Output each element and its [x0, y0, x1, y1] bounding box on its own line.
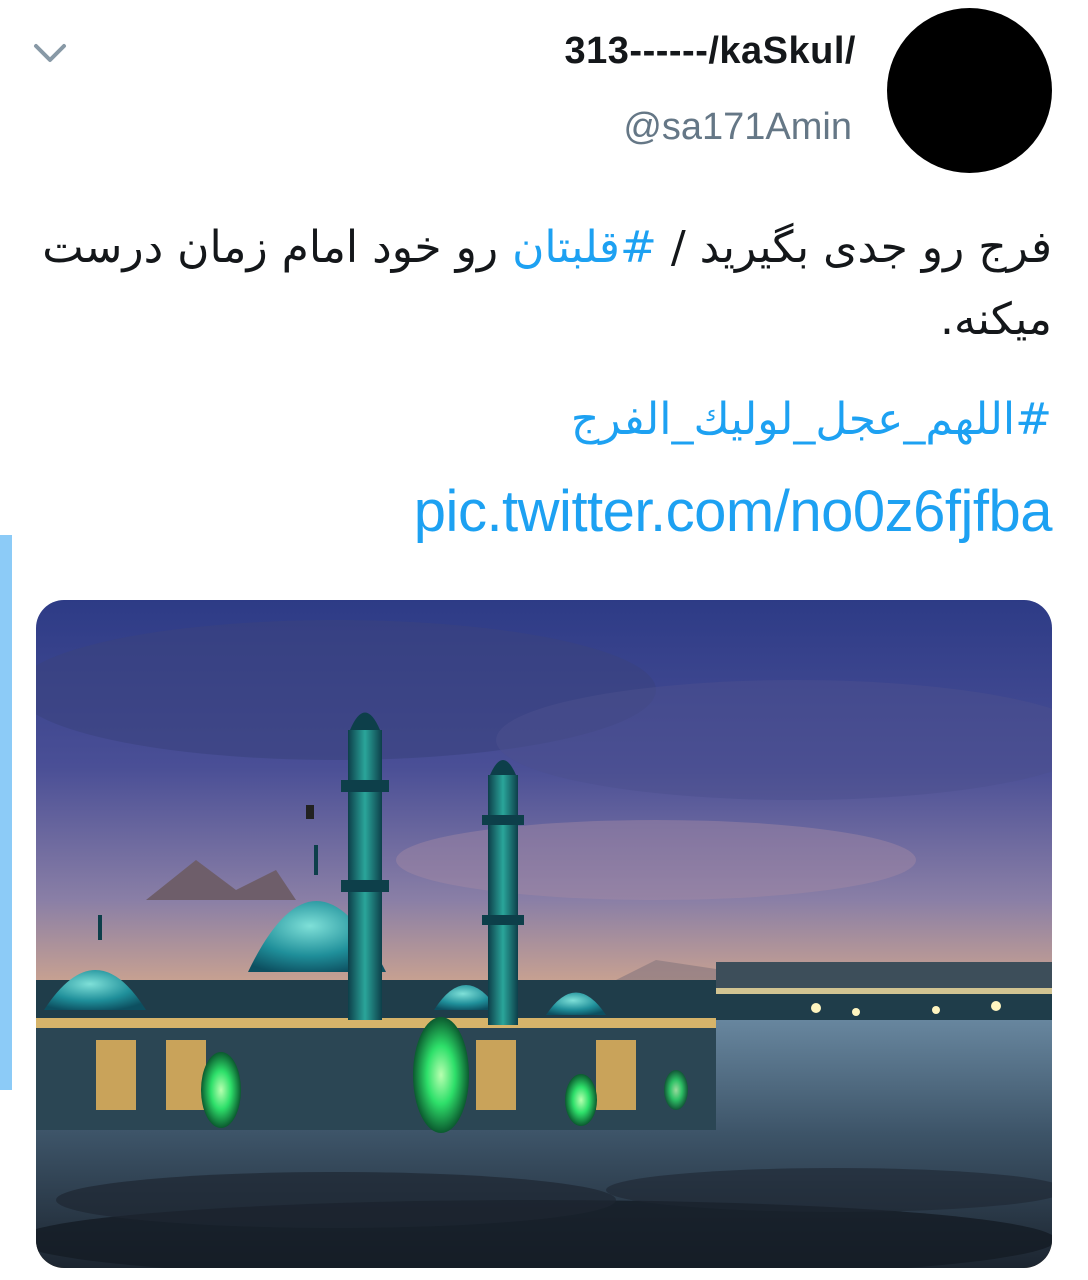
- hashtag-link-2[interactable]: #اللهم_عجل_لوليك_الفرج: [571, 390, 1052, 450]
- display-name[interactable]: 313------/kaSkul/: [565, 30, 856, 73]
- tweet-text-part1: فرج رو جدی بگیرید /: [670, 222, 1052, 273]
- quote-indicator-bar: [0, 535, 12, 1090]
- avatar[interactable]: [887, 8, 1052, 173]
- mosque-photo: [36, 600, 1052, 1268]
- chevron-down-icon[interactable]: [30, 38, 70, 68]
- user-handle[interactable]: @sa171Amin: [623, 106, 852, 149]
- pic-link[interactable]: pic.twitter.com/no0z6fjfba: [414, 478, 1053, 545]
- hashtag-link[interactable]: #قلبتان: [512, 222, 657, 273]
- tweet-text: فرج رو جدی بگیرید / #قلبتان رو خود امام …: [42, 212, 1052, 356]
- tweet-media-image[interactable]: [36, 600, 1052, 1268]
